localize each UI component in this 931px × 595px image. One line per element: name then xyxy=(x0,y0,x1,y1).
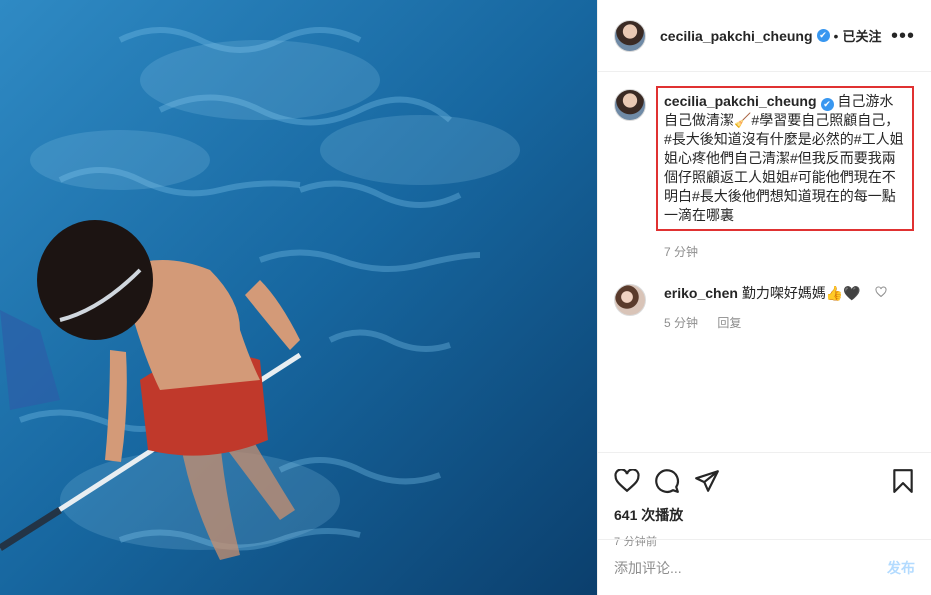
author-username[interactable]: cecilia_pakchi_cheung xyxy=(660,28,813,44)
share-paper-plane-icon[interactable] xyxy=(694,465,726,497)
caption-highlight-box: cecilia_pakchi_cheung ✔ 自己游水自己做清潔🧹#學習要自己照… xyxy=(656,86,914,231)
post-comment-button[interactable]: 发布 xyxy=(887,558,915,578)
follow-status-button[interactable]: 已关注 xyxy=(842,26,881,45)
post-video[interactable] xyxy=(0,0,597,595)
commenter-username[interactable]: eriko_chen xyxy=(664,285,738,301)
post-details-panel: cecilia_pakchi_cheung ✔ • 已关注 ••• cecili… xyxy=(597,0,931,595)
caption-verified-badge-icon: ✔ xyxy=(820,98,834,111)
post-header: cecilia_pakchi_cheung ✔ • 已关注 ••• xyxy=(598,0,931,72)
caption-comment: cecilia_pakchi_cheung ✔ 自己游水自己做清潔🧹#學習要自己照… xyxy=(614,86,915,260)
like-comment-heart-icon[interactable] xyxy=(875,286,887,301)
comment-bubble-icon[interactable] xyxy=(654,465,686,497)
author-avatar[interactable] xyxy=(614,19,646,52)
like-heart-icon[interactable] xyxy=(614,465,646,497)
comments-section: cecilia_pakchi_cheung ✔ 自己游水自己做清潔🧹#學習要自己照… xyxy=(598,73,931,453)
comment-meta: 5 分钟 回复 xyxy=(664,314,915,331)
save-bookmark-icon[interactable] xyxy=(883,465,915,497)
add-comment-bar: 发布 xyxy=(598,539,931,595)
reply-button[interactable]: 回复 xyxy=(717,316,741,330)
more-options-icon[interactable]: ••• xyxy=(891,26,915,46)
comment-text: 勤力㗎好媽媽👍🖤 xyxy=(741,285,861,301)
caption-body: cecilia_pakchi_cheung ✔ 自己游水自己做清潔🧹#學習要自己照… xyxy=(656,86,915,260)
view-count[interactable]: 641 次播放 xyxy=(614,505,915,525)
comment-time[interactable]: 5 分钟 xyxy=(664,316,698,330)
action-bar xyxy=(614,461,915,501)
caption-text: 自己游水自己做清潔🧹#學習要自己照顧自己，#長大後知道沒有什麼是必然的#工人姐姐… xyxy=(664,93,904,223)
commenter-avatar[interactable] xyxy=(614,284,646,316)
caption-meta: 7 分钟 xyxy=(664,243,915,260)
header-separator: • xyxy=(833,27,839,44)
add-comment-input[interactable] xyxy=(614,559,887,576)
pool-scene-illustration xyxy=(0,0,597,595)
comment-item: eriko_chen 勤力㗎好媽媽👍🖤 5 分钟 回复 xyxy=(614,284,915,331)
verified-badge-icon: ✔ xyxy=(816,29,830,42)
caption-time[interactable]: 7 分钟 xyxy=(664,245,698,259)
caption-username[interactable]: cecilia_pakchi_cheung xyxy=(664,93,817,109)
caption-author-avatar[interactable] xyxy=(614,89,646,121)
